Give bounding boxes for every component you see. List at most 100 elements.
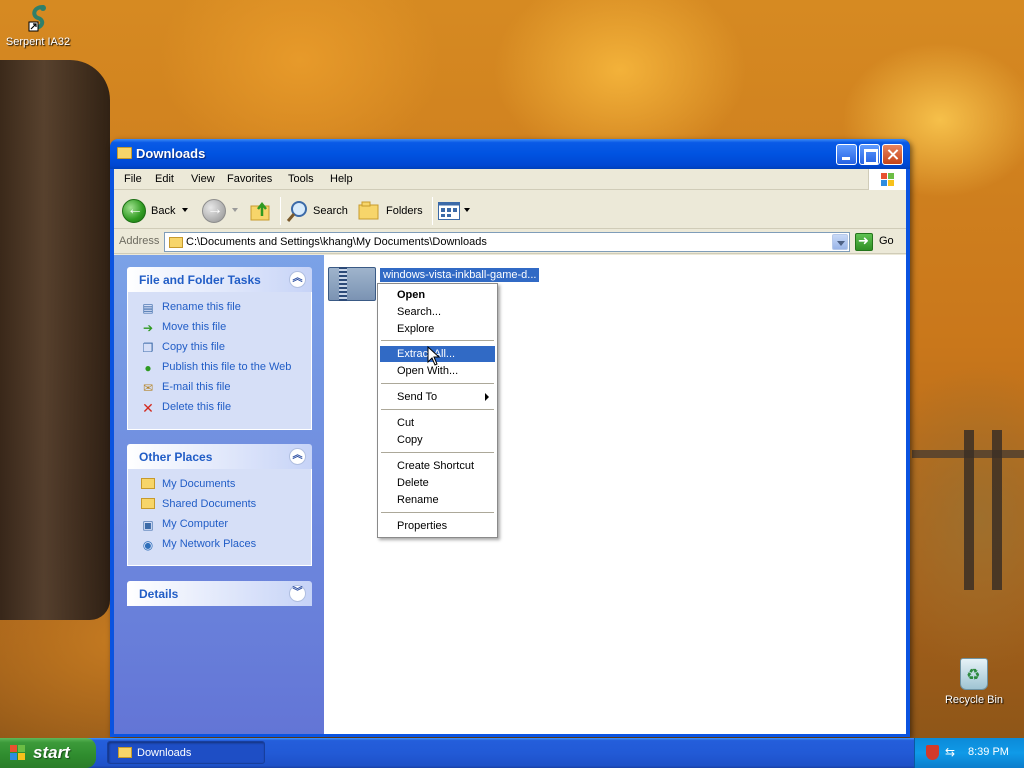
chevron-down-icon (464, 208, 470, 212)
other-places-body: My Documents Shared Documents ▣ My Compu… (127, 469, 312, 566)
file-name-label[interactable]: windows-vista-inkball-game-d... (380, 268, 540, 282)
chevron-down-icon (182, 208, 188, 212)
windows-flag-icon (10, 745, 26, 761)
taskbar: start Downloads ⇆ 8:39 PM (0, 738, 1024, 768)
collapse-icon[interactable]: ︽ (289, 448, 306, 465)
clock[interactable]: 8:39 PM (968, 746, 1009, 758)
taskbar-window-downloads[interactable]: Downloads (107, 741, 265, 764)
network-status-icon[interactable]: ⇆ (945, 745, 959, 759)
folder-icon (117, 147, 132, 159)
collapse-icon[interactable]: ︽ (289, 271, 306, 288)
context-menu-item-rename[interactable]: Rename (380, 492, 495, 508)
network-icon: ◉ (142, 538, 154, 552)
context-menu-item-copy[interactable]: Copy (380, 432, 495, 448)
desktop-icon-recycle-bin[interactable]: Recycle Bin (936, 658, 1012, 706)
email-icon: ✉ (142, 381, 154, 395)
desktop-icon-label: Serpent IA32 (5, 36, 71, 48)
toolbar-separator (432, 197, 433, 225)
context-menu-item-cut[interactable]: Cut (380, 415, 495, 431)
context-menu-item-send-to[interactable]: Send To (380, 389, 495, 405)
desktop-icon-serpent[interactable]: Serpent IA32 (0, 4, 76, 48)
views-icon (438, 202, 460, 220)
zip-folder-icon (328, 267, 376, 301)
address-input[interactable]: C:\Documents and Settings\khang\My Docum… (164, 232, 850, 252)
context-menu-item-create-shortcut[interactable]: Create Shortcut (380, 458, 495, 474)
menu-separator (381, 409, 494, 410)
globe-icon: ● (144, 361, 152, 375)
menu-file[interactable]: File (124, 173, 142, 185)
system-tray: ⇆ 8:39 PM (914, 738, 1024, 768)
start-button[interactable]: start (0, 738, 96, 768)
recycle-bin-icon (960, 658, 988, 690)
other-places-header[interactable]: Other Places ︽ (127, 444, 312, 469)
menu-separator (381, 512, 494, 513)
copy-icon: ❐ (142, 341, 154, 355)
minimize-button[interactable] (836, 144, 857, 165)
address-label: Address (119, 235, 160, 247)
menu-tools[interactable]: Tools (288, 173, 314, 185)
context-menu-item-search[interactable]: Search... (380, 304, 495, 320)
up-folder-icon (250, 200, 272, 221)
up-folder-button[interactable] (248, 199, 274, 223)
folder-icon (169, 237, 183, 248)
menu-bar: File Edit View Favorites Tools Help (114, 169, 906, 190)
address-dropdown-button[interactable] (832, 234, 848, 250)
other-places-panel: Other Places ︽ My Documents Shared Docum… (127, 444, 312, 566)
views-button[interactable] (438, 199, 472, 223)
context-menu-item-properties[interactable]: Properties (380, 518, 495, 534)
menu-separator (381, 452, 494, 453)
context-menu: Open Search... Explore Extract All... Op… (377, 283, 498, 538)
folder-icon (118, 747, 132, 758)
chevron-down-icon (232, 208, 238, 212)
folder-icon (140, 477, 156, 493)
toolbar-separator (280, 197, 281, 225)
back-arrow-icon: ← (122, 199, 146, 223)
security-shield-icon[interactable] (926, 745, 939, 760)
close-button[interactable] (882, 144, 903, 165)
file-folder-tasks-body: ▤ Rename this file ➔ Move this file ❐ Co… (127, 292, 312, 430)
details-header[interactable]: Details ︾ (127, 581, 312, 606)
back-button[interactable]: ← Back (122, 199, 188, 223)
menu-help[interactable]: Help (330, 173, 353, 185)
rename-icon: ▤ (142, 301, 154, 315)
forward-button[interactable]: → (202, 199, 238, 223)
folders-icon (358, 201, 382, 221)
wallpaper-fence (912, 430, 1024, 590)
delete-icon: ✕ (142, 400, 154, 416)
window-body: File Edit View Favorites Tools Help ← Ba… (114, 169, 906, 734)
window-titlebar[interactable]: Downloads (110, 139, 910, 169)
context-menu-item-open[interactable]: Open (380, 287, 495, 303)
file-item[interactable] (328, 263, 376, 303)
menu-separator (381, 383, 494, 384)
standard-toolbar: ← Back → Search Folders (114, 191, 906, 229)
window-title: Downloads (136, 146, 206, 161)
forward-arrow-icon: → (202, 199, 226, 223)
file-folder-tasks-panel: File and Folder Tasks ︽ ▤ Rename this fi… (127, 267, 312, 430)
details-panel: Details ︾ (127, 581, 312, 606)
go-button[interactable]: Go (855, 232, 903, 252)
desktop-icon-label: Recycle Bin (944, 694, 1004, 706)
menu-edit[interactable]: Edit (155, 173, 174, 185)
context-menu-item-delete[interactable]: Delete (380, 475, 495, 491)
folder-icon (140, 497, 156, 513)
menu-favorites[interactable]: Favorites (227, 173, 272, 185)
move-icon: ➔ (142, 321, 154, 335)
file-folder-tasks-header[interactable]: File and Folder Tasks ︽ (127, 267, 312, 292)
serpent-app-icon (23, 4, 53, 34)
go-arrow-icon (855, 233, 873, 251)
folders-button[interactable]: Folders (358, 199, 426, 223)
search-button[interactable]: Search (286, 199, 348, 223)
menu-separator (381, 340, 494, 341)
address-bar: Address C:\Documents and Settings\khang\… (114, 230, 906, 254)
computer-icon: ▣ (142, 518, 154, 532)
address-value: C:\Documents and Settings\khang\My Docum… (186, 236, 487, 248)
wallpaper-tree-trunk (0, 60, 110, 620)
context-menu-item-explore[interactable]: Explore (380, 321, 495, 337)
maximize-button[interactable] (859, 144, 880, 165)
windows-logo-icon (868, 169, 906, 190)
explorer-window: Downloads File Edit View Favorites Tools… (110, 139, 910, 737)
expand-icon[interactable]: ︾ (289, 585, 306, 602)
search-icon (286, 199, 310, 223)
menu-view[interactable]: View (191, 173, 215, 185)
chevron-right-icon (485, 393, 489, 401)
